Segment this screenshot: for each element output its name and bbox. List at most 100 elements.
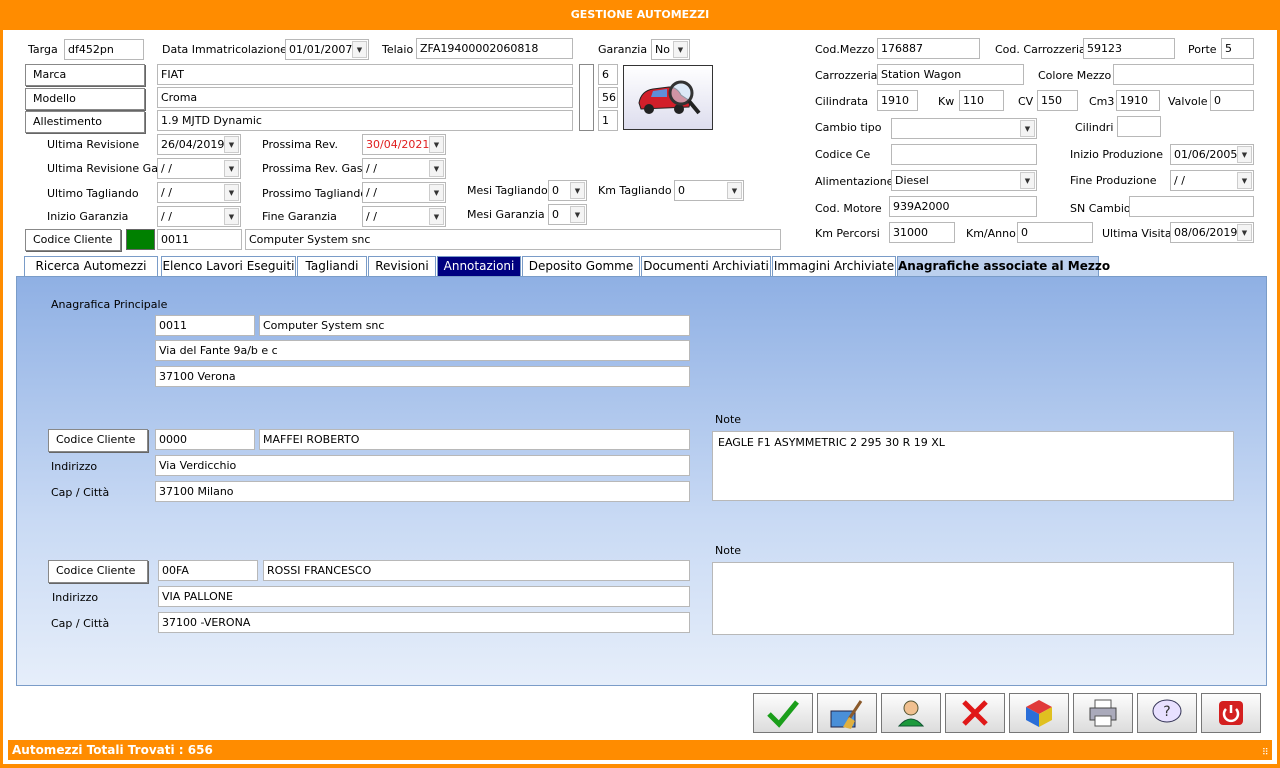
- a1-indirizzo[interactable]: Via Verdicchio: [155, 455, 690, 476]
- cod-carrozzeria-field[interactable]: 59123: [1083, 38, 1175, 59]
- marca-button[interactable]: Marca: [25, 64, 145, 86]
- user-button[interactable]: [881, 693, 941, 733]
- mesi-garanzia-field[interactable]: 0 ▼: [548, 204, 587, 225]
- a2-codice-cliente-button[interactable]: Codice Cliente: [48, 560, 148, 583]
- principale-codice[interactable]: 0011: [155, 315, 255, 336]
- chevron-down-icon[interactable]: ▼: [429, 160, 444, 177]
- garanzia-select[interactable]: No ▼: [651, 39, 690, 60]
- fine-garanzia-field[interactable]: / / ▼: [362, 206, 446, 227]
- search-vehicle-button[interactable]: [623, 65, 713, 130]
- a2-indirizzo[interactable]: VIA PALLONE: [158, 586, 690, 607]
- chevron-down-icon[interactable]: ▼: [1237, 172, 1252, 189]
- data-imm-field[interactable]: 01/01/2007 ▼: [285, 39, 369, 60]
- marca-field[interactable]: FIAT: [157, 64, 573, 85]
- chevron-down-icon[interactable]: ▼: [570, 206, 585, 223]
- tab-tagliandi[interactable]: Tagliandi: [297, 256, 367, 276]
- cv-field[interactable]: 150: [1037, 90, 1078, 111]
- alimentazione-select[interactable]: Diesel ▼: [891, 170, 1037, 191]
- sn-cambio-field[interactable]: [1129, 196, 1254, 217]
- a1-codice-cliente-button[interactable]: Codice Cliente: [48, 429, 148, 452]
- inizio-garanzia-field[interactable]: / / ▼: [157, 206, 241, 227]
- chevron-down-icon[interactable]: ▼: [429, 208, 444, 225]
- tab-ricerca-automezzi[interactable]: Ricerca Automezzi: [24, 256, 158, 276]
- cliente-nome-field[interactable]: Computer System snc: [245, 229, 781, 250]
- modello-button[interactable]: Modello: [25, 88, 145, 110]
- inizio-prod-field[interactable]: 01/06/2005 ▼: [1170, 144, 1254, 165]
- mesi-tagliando-field[interactable]: 0 ▼: [548, 180, 587, 201]
- ultima-rev-gas-field[interactable]: / / ▼: [157, 158, 241, 179]
- chevron-down-icon[interactable]: ▼: [570, 182, 585, 199]
- cilindri-field[interactable]: [1117, 116, 1161, 137]
- prossimo-tagliando-field[interactable]: / / ▼: [362, 182, 446, 203]
- principale-citta[interactable]: 37100 Verona: [155, 366, 690, 387]
- prossima-rev-field[interactable]: 30/04/2021 ▼: [362, 134, 446, 155]
- tab-revisioni[interactable]: Revisioni: [368, 256, 436, 276]
- fine-prod-field[interactable]: / / ▼: [1170, 170, 1254, 191]
- a2-citta[interactable]: 37100 -VERONA: [158, 612, 690, 633]
- tab-deposito-gomme[interactable]: Deposito Gomme: [522, 256, 640, 276]
- chevron-down-icon[interactable]: ▼: [1237, 146, 1252, 163]
- km-tagliando-field[interactable]: 0 ▼: [674, 180, 744, 201]
- a2-note-field[interactable]: [712, 562, 1234, 635]
- confirm-button[interactable]: [753, 693, 813, 733]
- ultima-visita-field[interactable]: 08/06/2019 ▼: [1170, 222, 1254, 243]
- prossima-rev-gas-field[interactable]: / / ▼: [362, 158, 446, 179]
- chevron-down-icon[interactable]: ▼: [224, 184, 239, 201]
- colore-field[interactable]: [1113, 64, 1254, 85]
- ultima-rev-field[interactable]: 26/04/2019 ▼: [157, 134, 241, 155]
- chevron-down-icon[interactable]: ▼: [727, 182, 742, 199]
- codice-cliente-field[interactable]: 0011: [157, 229, 242, 250]
- principale-nome[interactable]: Computer System snc: [259, 315, 690, 336]
- telaio-field[interactable]: ZFA19400002060818: [416, 38, 573, 59]
- chevron-down-icon[interactable]: ▼: [1237, 224, 1252, 241]
- export-button[interactable]: [1009, 693, 1069, 733]
- allestimento-button[interactable]: Allestimento: [25, 111, 145, 133]
- help-button[interactable]: ?: [1137, 693, 1197, 733]
- resize-grip-icon[interactable]: ⠿: [1262, 748, 1272, 758]
- km-percorsi-field[interactable]: 31000: [889, 222, 955, 243]
- tab-annotazioni[interactable]: Annotazioni: [437, 256, 521, 276]
- delete-button[interactable]: [945, 693, 1005, 733]
- porte-field[interactable]: 5: [1221, 38, 1254, 59]
- a1-note-field[interactable]: EAGLE F1 ASYMMETRIC 2 295 30 R 19 XL: [712, 431, 1234, 501]
- inizio-prod-value: 01/06/2005: [1174, 148, 1238, 161]
- tab-anagrafiche-associate[interactable]: Anagrafiche associate al Mezzo: [897, 256, 1110, 276]
- km-anno-field[interactable]: 0: [1017, 222, 1093, 243]
- a1-citta[interactable]: 37100 Milano: [155, 481, 690, 502]
- principale-indirizzo[interactable]: Via del Fante 9a/b e c: [155, 340, 690, 361]
- codice-cliente-button[interactable]: Codice Cliente: [25, 229, 121, 251]
- tab-immagini-archiviate[interactable]: Immagini Archiviate: [772, 256, 896, 276]
- chevron-down-icon[interactable]: ▼: [352, 41, 367, 58]
- ultimo-tagliando-field[interactable]: / / ▼: [157, 182, 241, 203]
- kw-field[interactable]: 110: [959, 90, 1004, 111]
- a1-nome[interactable]: MAFFEI ROBERTO: [259, 429, 690, 450]
- cambio-select[interactable]: ▼: [891, 118, 1037, 139]
- clear-button[interactable]: [817, 693, 877, 733]
- chevron-down-icon[interactable]: ▼: [224, 136, 239, 153]
- tab-elenco-lavori[interactable]: Elenco Lavori Eseguiti: [161, 256, 296, 276]
- chevron-down-icon[interactable]: ▼: [429, 184, 444, 201]
- chevron-down-icon[interactable]: ▼: [429, 136, 444, 153]
- tab-documenti-archiviati[interactable]: Documenti Archiviati: [641, 256, 771, 276]
- chevron-down-icon[interactable]: ▼: [673, 41, 688, 58]
- chevron-down-icon[interactable]: ▼: [224, 160, 239, 177]
- carrozzeria-field[interactable]: Station Wagon: [877, 64, 1024, 85]
- valvole-field[interactable]: 0: [1210, 90, 1254, 111]
- a2-codice[interactable]: 00FA: [158, 560, 258, 581]
- a1-codice[interactable]: 0000: [155, 429, 255, 450]
- targa-field[interactable]: df452pn: [64, 39, 144, 60]
- a2-nome[interactable]: ROSSI FRANCESCO: [263, 560, 690, 581]
- modello-field[interactable]: Croma: [157, 87, 573, 108]
- cod-mezzo-field[interactable]: 176887: [877, 38, 980, 59]
- cm3-field[interactable]: 1910: [1116, 90, 1160, 111]
- scrollbar[interactable]: [579, 64, 594, 131]
- codice-ce-field[interactable]: [891, 144, 1037, 165]
- chevron-down-icon[interactable]: ▼: [1020, 172, 1035, 189]
- chevron-down-icon[interactable]: ▼: [1020, 120, 1035, 137]
- exit-button[interactable]: [1201, 693, 1261, 733]
- allestimento-field[interactable]: 1.9 MJTD Dynamic: [157, 110, 573, 131]
- print-button[interactable]: [1073, 693, 1133, 733]
- chevron-down-icon[interactable]: ▼: [224, 208, 239, 225]
- cod-motore-field[interactable]: 939A2000: [889, 196, 1037, 217]
- cilindrata-field[interactable]: 1910: [877, 90, 918, 111]
